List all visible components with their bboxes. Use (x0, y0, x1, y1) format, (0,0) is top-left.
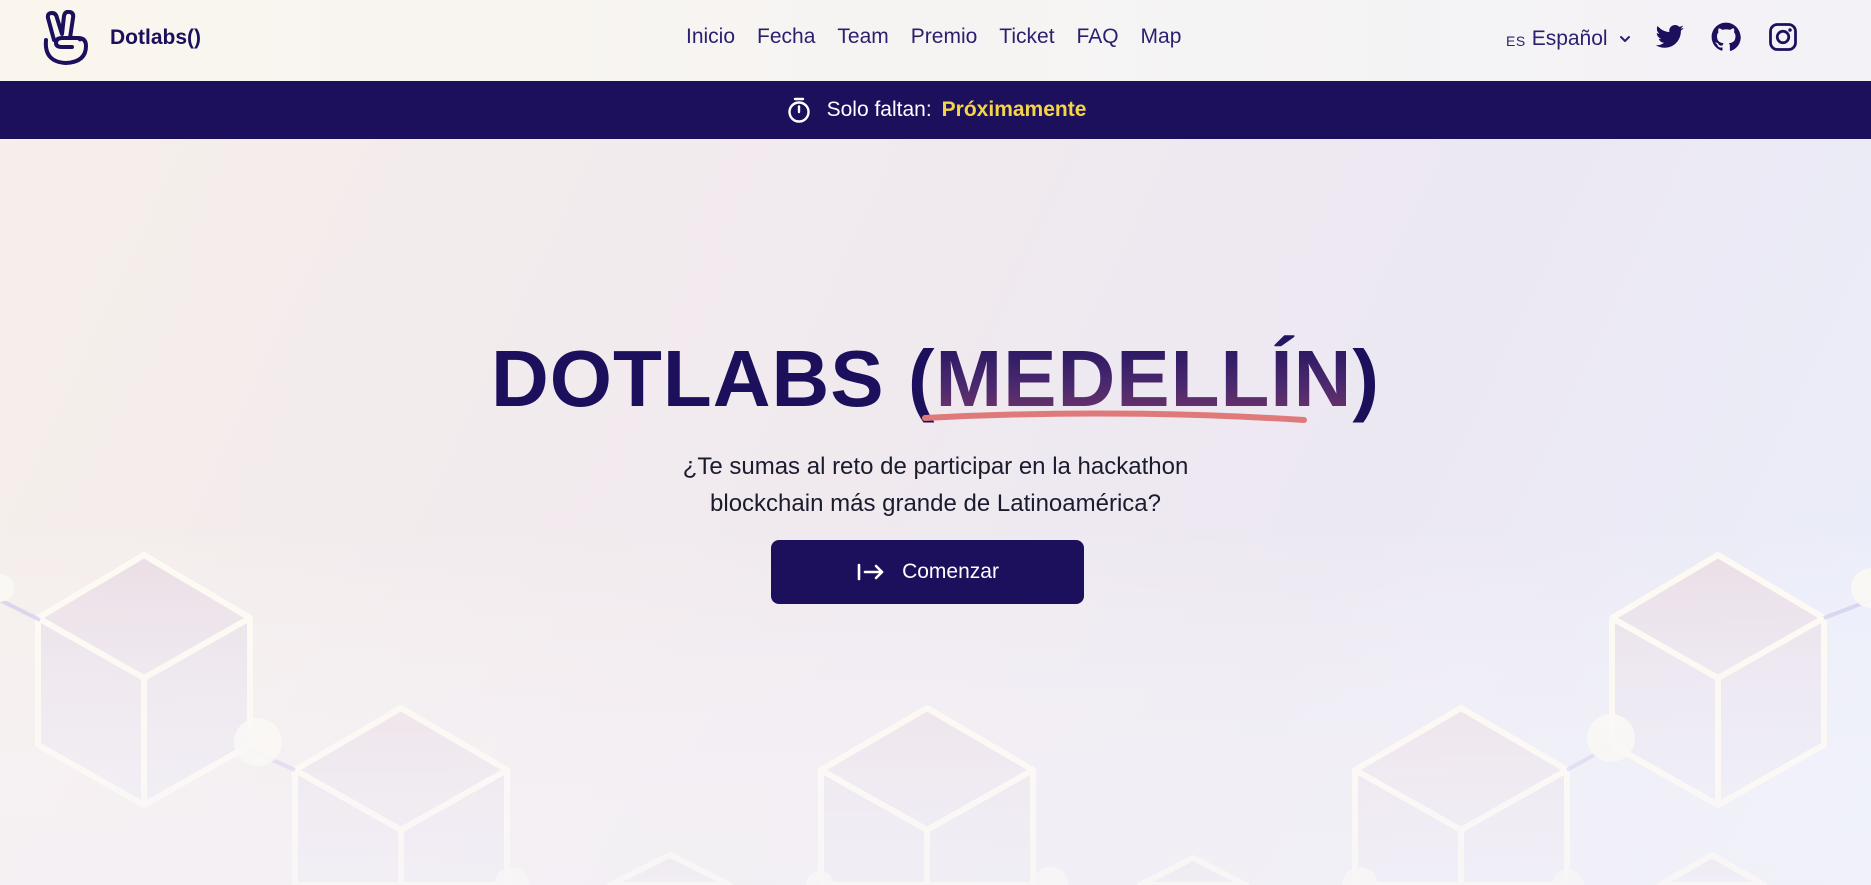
title-underline-decoration (922, 410, 1307, 423)
countdown-label: Solo faltan: (826, 98, 932, 121)
hero-title-close: ) (1352, 334, 1381, 423)
top-navbar: Dotlabs() Inicio Fecha Team Premio Ticke… (0, 0, 1871, 81)
peace-hand-logo-icon[interactable] (40, 10, 92, 66)
nav-link-faq[interactable]: FAQ (1077, 25, 1119, 49)
language-selector[interactable]: ES Español (1506, 27, 1632, 51)
stopwatch-icon (787, 97, 810, 123)
comenzar-button-label: Comenzar (902, 560, 999, 583)
nav-link-ticket[interactable]: Ticket (999, 25, 1054, 49)
language-code: ES (1506, 33, 1526, 49)
nav-link-team[interactable]: Team (837, 25, 888, 49)
brand-name[interactable]: Dotlabs() (110, 26, 201, 50)
nav-link-premio[interactable]: Premio (911, 25, 978, 49)
language-name: Español (1531, 27, 1608, 50)
countdown-banner: Solo faltan: Próximamente (0, 81, 1871, 139)
hero-subtitle-line1: ¿Te sumas al reto de participar en la ha… (682, 453, 1189, 480)
hero-title-main: DOTLABS ( (490, 334, 936, 423)
instagram-icon[interactable] (1768, 22, 1798, 52)
arrow-right-from-bar-icon (857, 563, 884, 581)
countdown-value: Próximamente (941, 98, 1087, 121)
chevron-down-icon (1619, 36, 1630, 42)
nav-link-inicio[interactable]: Inicio (686, 25, 735, 49)
hero-subtitle: ¿Te sumas al reto de participar en la ha… (0, 448, 1871, 522)
comenzar-button[interactable]: Comenzar (771, 540, 1084, 604)
hero-subtitle-line2: blockchain más grande de Latinoamérica? (710, 490, 1161, 517)
github-icon[interactable] (1711, 22, 1741, 52)
nav-link-fecha[interactable]: Fecha (757, 25, 815, 49)
twitter-icon[interactable] (1655, 22, 1685, 52)
main-menu: Inicio Fecha Team Premio Ticket FAQ Map (686, 25, 1203, 49)
nav-link-map[interactable]: Map (1141, 25, 1182, 49)
